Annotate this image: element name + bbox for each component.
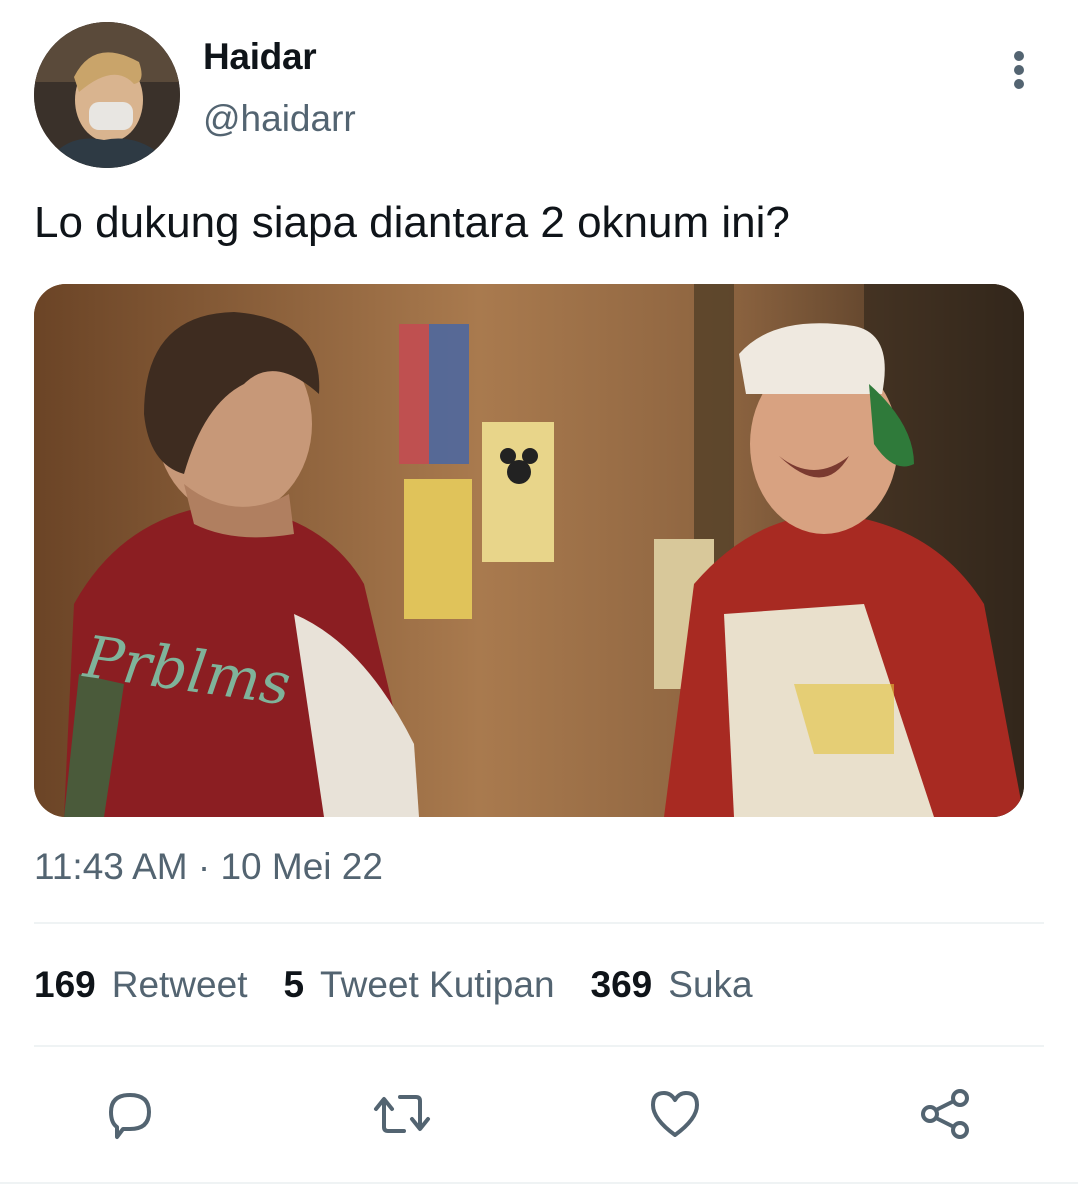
stat-label: Retweet: [111, 964, 248, 1005]
stat-label: Tweet Kutipan: [320, 964, 555, 1005]
avatar-image: [34, 22, 180, 168]
stat-quote-tweets[interactable]: 5 Tweet Kutipan: [283, 964, 554, 1006]
tweet-action-bar: [0, 1078, 1078, 1150]
heart-icon: [651, 1091, 699, 1137]
author-name[interactable]: Haidar: [203, 36, 317, 78]
stat-retweets[interactable]: 169 Retweet: [34, 964, 247, 1006]
tweet-text: Lo dukung siapa diantara 2 oknum ini?: [34, 198, 790, 247]
tweet-stats: 169 Retweet 5 Tweet Kutipan 369 Suka: [34, 964, 789, 1006]
retweet-button[interactable]: [372, 1084, 432, 1144]
more-vertical-icon: [1014, 51, 1024, 89]
stat-label: Suka: [668, 964, 753, 1005]
divider: [34, 922, 1044, 924]
like-button[interactable]: [645, 1084, 705, 1144]
reply-icon: [109, 1093, 151, 1139]
media-photo: Prblms: [34, 284, 1024, 817]
tweet-media-image[interactable]: Prblms: [34, 284, 1024, 817]
stat-count: 369: [590, 964, 653, 1005]
stat-count: 5: [283, 964, 305, 1005]
author-handle[interactable]: @haidarr: [203, 98, 356, 140]
more-options-button[interactable]: [1000, 46, 1038, 94]
divider: [34, 1045, 1044, 1047]
stat-count: 169: [34, 964, 96, 1005]
bottom-divider: [0, 1182, 1078, 1184]
stat-likes[interactable]: 369 Suka: [591, 964, 753, 1006]
tweet-timestamp[interactable]: 11:43 AM · 10 Mei 22: [34, 846, 383, 888]
reply-button[interactable]: [100, 1084, 160, 1144]
avatar[interactable]: [34, 22, 180, 168]
share-button[interactable]: [916, 1084, 976, 1144]
share-icon: [921, 1089, 969, 1139]
retweet-icon: [374, 1095, 430, 1133]
